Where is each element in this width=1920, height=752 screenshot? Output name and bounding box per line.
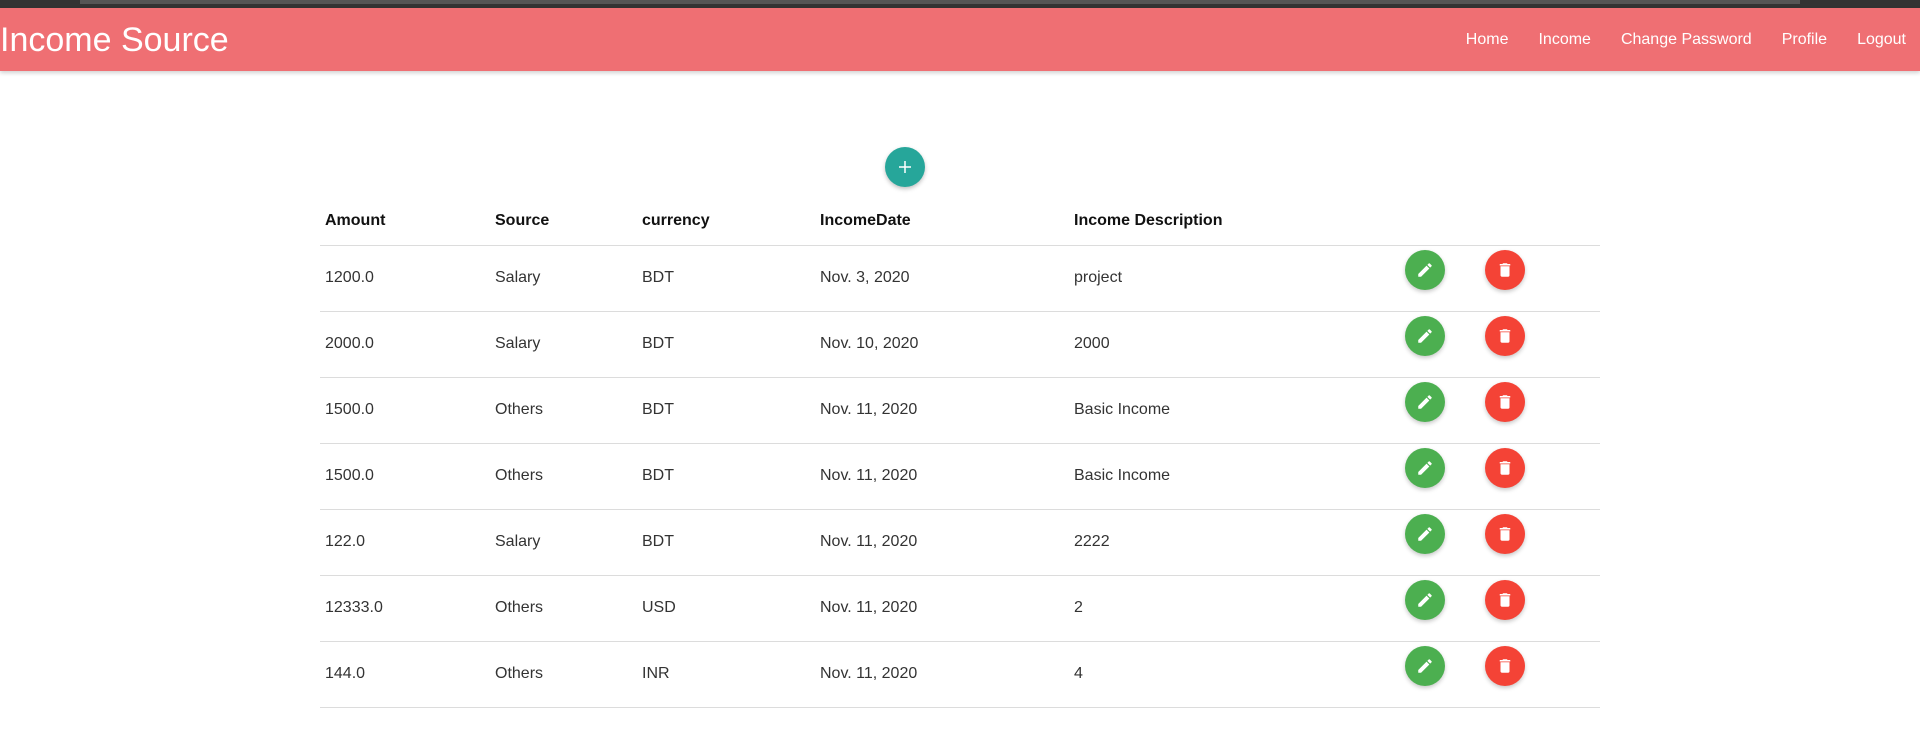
cell-amount: 1500.0 bbox=[325, 467, 374, 484]
table-row: 1200.0 Salary BDT Nov. 3, 2020 project bbox=[320, 246, 1600, 312]
edit-button[interactable] bbox=[1405, 514, 1445, 554]
cell-currency: BDT bbox=[642, 269, 674, 286]
cell-income-date: Nov. 11, 2020 bbox=[820, 467, 918, 484]
delete-button[interactable] bbox=[1485, 514, 1525, 554]
edit-button[interactable] bbox=[1405, 580, 1445, 620]
cell-income-description: 2000 bbox=[1074, 335, 1110, 352]
add-income-button[interactable] bbox=[885, 147, 925, 187]
cell-currency: INR bbox=[642, 665, 670, 682]
cell-source: Salary bbox=[495, 269, 541, 286]
cell-source: Salary bbox=[495, 335, 541, 352]
cell-currency: USD bbox=[642, 599, 676, 616]
nav-link-income[interactable]: Income bbox=[1538, 31, 1590, 49]
pencil-icon bbox=[1418, 329, 1432, 343]
cell-source: Others bbox=[495, 665, 544, 682]
cell-amount: 1500.0 bbox=[325, 401, 374, 418]
cell-income-date: Nov. 11, 2020 bbox=[820, 401, 918, 418]
trash-icon bbox=[1499, 593, 1511, 607]
header-income-description: Income Description bbox=[1074, 212, 1223, 229]
edit-button[interactable] bbox=[1405, 382, 1445, 422]
navbar: Income Source Home Income Change Passwor… bbox=[0, 8, 1920, 71]
edit-button[interactable] bbox=[1405, 316, 1445, 356]
delete-button[interactable] bbox=[1485, 646, 1525, 686]
cell-currency: BDT bbox=[642, 467, 674, 484]
nav-links: Home Income Change Password Profile Logo… bbox=[1436, 8, 1906, 71]
cell-source: Salary bbox=[495, 533, 541, 550]
nav-link-change-password[interactable]: Change Password bbox=[1621, 31, 1752, 49]
cell-currency: BDT bbox=[642, 335, 674, 352]
table-row: 122.0 Salary BDT Nov. 11, 2020 2222 bbox=[320, 510, 1600, 576]
table-row: 2000.0 Salary BDT Nov. 10, 2020 2000 bbox=[320, 312, 1600, 378]
cell-income-date: Nov. 11, 2020 bbox=[820, 533, 918, 550]
cell-currency: BDT bbox=[642, 533, 674, 550]
cell-income-date: Nov. 10, 2020 bbox=[820, 335, 919, 352]
pencil-icon bbox=[1418, 659, 1432, 673]
cell-income-date: Nov. 11, 2020 bbox=[820, 599, 918, 616]
trash-icon bbox=[1499, 461, 1511, 475]
trash-icon bbox=[1499, 329, 1511, 343]
table-row: 12333.0 Others USD Nov. 11, 2020 2 bbox=[320, 576, 1600, 642]
pencil-icon bbox=[1418, 593, 1432, 607]
pencil-icon bbox=[1418, 461, 1432, 475]
table-header-row: Amount Source currency IncomeDate Income… bbox=[320, 200, 1600, 246]
edit-button[interactable] bbox=[1405, 646, 1445, 686]
cell-source: Others bbox=[495, 599, 544, 616]
cell-income-date: Nov. 11, 2020 bbox=[820, 665, 918, 682]
trash-icon bbox=[1499, 527, 1511, 541]
header-amount: Amount bbox=[325, 212, 386, 229]
table-row: 144.0 Others INR Nov. 11, 2020 4 bbox=[320, 642, 1600, 708]
cell-amount: 1200.0 bbox=[325, 269, 374, 286]
cell-income-date: Nov. 3, 2020 bbox=[820, 269, 910, 286]
brand-title[interactable]: Income Source bbox=[0, 20, 229, 60]
plus-icon bbox=[899, 161, 911, 173]
delete-button[interactable] bbox=[1485, 448, 1525, 488]
cell-amount: 144.0 bbox=[325, 665, 366, 682]
cell-income-description: 2 bbox=[1074, 599, 1083, 616]
trash-icon bbox=[1499, 395, 1511, 409]
delete-button[interactable] bbox=[1485, 316, 1525, 356]
cell-income-description: Basic Income bbox=[1074, 401, 1171, 418]
pencil-icon bbox=[1418, 263, 1432, 277]
table-body: 1200.0 Salary BDT Nov. 3, 2020 project 2000.0… bbox=[320, 246, 1600, 708]
table-row: 1500.0 Others BDT Nov. 11, 2020 Basic Income bbox=[320, 444, 1600, 510]
cell-amount: 2000.0 bbox=[325, 335, 374, 352]
nav-link-home[interactable]: Home bbox=[1466, 31, 1509, 49]
top-strip-bar bbox=[80, 0, 1800, 4]
nav-link-logout[interactable]: Logout bbox=[1857, 31, 1906, 49]
edit-button[interactable] bbox=[1405, 448, 1445, 488]
nav-link-profile[interactable]: Profile bbox=[1782, 31, 1827, 49]
income-table: Amount Source currency IncomeDate Income… bbox=[320, 200, 1600, 708]
cell-income-description: Basic Income bbox=[1074, 467, 1171, 484]
trash-icon bbox=[1499, 263, 1511, 277]
cell-income-description: 4 bbox=[1074, 665, 1083, 682]
pencil-icon bbox=[1418, 395, 1432, 409]
browser-top-strip bbox=[0, 0, 1920, 8]
delete-button[interactable] bbox=[1485, 250, 1525, 290]
cell-source: Others bbox=[495, 401, 544, 418]
cell-source: Others bbox=[495, 467, 544, 484]
delete-button[interactable] bbox=[1485, 580, 1525, 620]
edit-button[interactable] bbox=[1405, 250, 1445, 290]
cell-amount: 12333.0 bbox=[325, 599, 383, 616]
trash-icon bbox=[1499, 659, 1511, 673]
cell-currency: BDT bbox=[642, 401, 674, 418]
header-currency: currency bbox=[642, 212, 710, 229]
header-source: Source bbox=[495, 212, 550, 229]
cell-income-description: project bbox=[1074, 269, 1123, 286]
delete-button[interactable] bbox=[1485, 382, 1525, 422]
table-row: 1500.0 Others BDT Nov. 11, 2020 Basic Income bbox=[320, 378, 1600, 444]
pencil-icon bbox=[1418, 527, 1432, 541]
cell-income-description: 2222 bbox=[1074, 533, 1110, 550]
header-income-date: IncomeDate bbox=[820, 212, 911, 229]
cell-amount: 122.0 bbox=[325, 533, 366, 550]
